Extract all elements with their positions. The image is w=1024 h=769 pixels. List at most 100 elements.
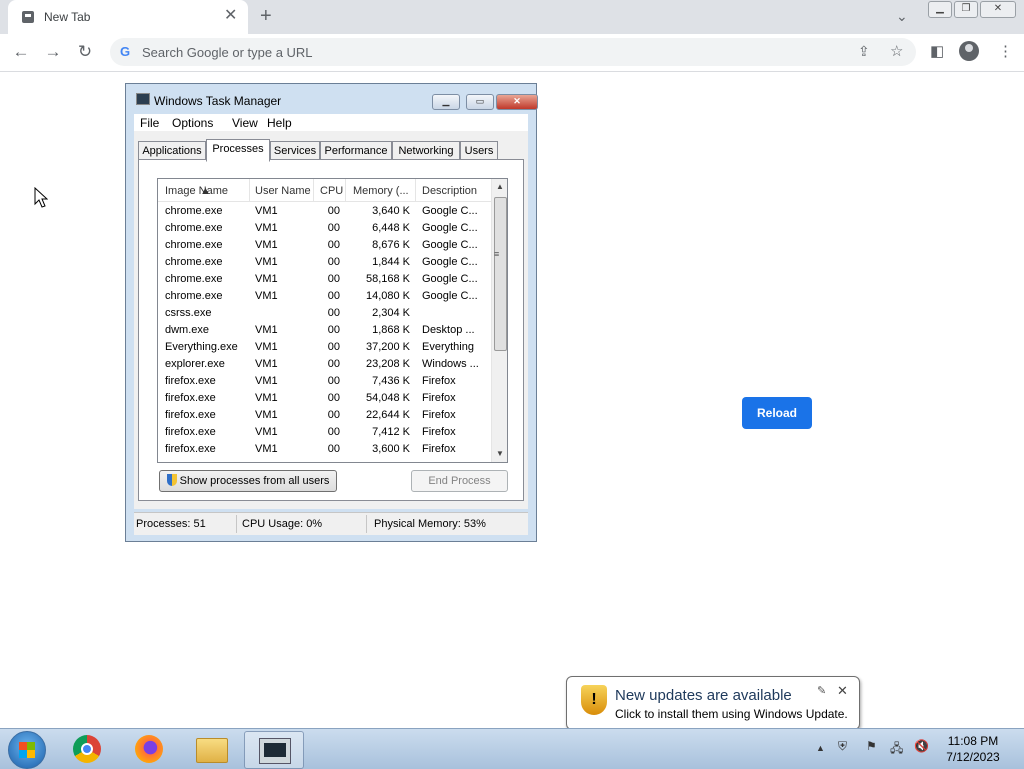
side-panel-icon[interactable]: ◧ bbox=[930, 42, 944, 60]
table-row[interactable]: chrome.exe VM1 00 14,080 K Google C... bbox=[158, 288, 491, 305]
process-list-scrollbar[interactable]: ▲ ≡ ▼ bbox=[491, 179, 507, 462]
process-cpu: 00 bbox=[327, 443, 340, 455]
clock[interactable]: 11:08 PM 7/12/2023 bbox=[940, 733, 1006, 765]
tab-processes[interactable]: Processes bbox=[206, 139, 270, 162]
process-user: VM1 bbox=[255, 409, 278, 421]
uac-shield-icon bbox=[166, 474, 177, 486]
process-user: VM1 bbox=[255, 375, 278, 387]
col-cpu[interactable]: CPU bbox=[320, 185, 343, 197]
reload-button[interactable]: Reload bbox=[742, 397, 812, 429]
windows-update-notification[interactable]: ! New updates are available Click to ins… bbox=[566, 676, 860, 738]
col-memory[interactable]: Memory (... bbox=[353, 185, 409, 197]
tab-search-chevron-icon[interactable]: ⌄ bbox=[896, 8, 908, 25]
table-row[interactable]: firefox.exe VM1 00 3,600 K Firefox bbox=[158, 441, 491, 458]
close-window-button[interactable]: ✕ bbox=[980, 1, 1016, 18]
col-user-name[interactable]: User Name bbox=[255, 185, 311, 197]
taskbar-chrome[interactable] bbox=[58, 731, 116, 767]
new-tab-plus-icon[interactable]: + bbox=[260, 6, 272, 26]
process-list[interactable]: ▲ Image Name User Name CPU Memory (... D… bbox=[157, 178, 508, 463]
process-user: VM1 bbox=[255, 239, 278, 251]
network-icon[interactable]: 🖧 bbox=[890, 739, 903, 760]
process-memory: 37,200 K bbox=[365, 341, 410, 353]
table-row[interactable]: firefox.exe VM1 00 22,644 K Firefox bbox=[158, 407, 491, 424]
bookmark-star-icon[interactable]: ☆ bbox=[890, 42, 903, 60]
end-process-button[interactable]: End Process bbox=[411, 470, 508, 492]
process-memory: 14,080 K bbox=[365, 290, 410, 302]
restore-window-button[interactable]: ❐ bbox=[954, 1, 978, 18]
table-row[interactable]: dwm.exe VM1 00 1,868 K Desktop ... bbox=[158, 322, 491, 339]
close-tab-icon[interactable]: ✕ bbox=[224, 7, 237, 25]
forward-arrow-icon[interactable]: → bbox=[42, 41, 64, 63]
process-name: firefox.exe bbox=[165, 392, 216, 404]
omnibox[interactable]: G Search Google or type a URL ⇪ ☆ bbox=[110, 38, 916, 66]
menu-help[interactable]: Help bbox=[267, 116, 292, 130]
task-manager-title: Windows Task Manager bbox=[154, 94, 282, 108]
tab-services[interactable]: Services bbox=[270, 141, 320, 161]
menu-view[interactable]: View bbox=[232, 116, 258, 130]
firefox-icon bbox=[135, 735, 163, 763]
tab-networking[interactable]: Networking bbox=[392, 141, 460, 161]
col-image-name[interactable]: Image Name bbox=[165, 185, 228, 197]
table-row[interactable]: explorer.exe VM1 00 23,208 K Windows ... bbox=[158, 356, 491, 373]
back-arrow-icon[interactable]: ← bbox=[10, 41, 32, 63]
clock-date: 7/12/2023 bbox=[946, 750, 1000, 764]
minimize-window-button[interactable]: ▁ bbox=[928, 1, 952, 18]
tab-users[interactable]: Users bbox=[460, 141, 498, 161]
process-name: chrome.exe bbox=[165, 222, 223, 234]
task-manager-titlebar[interactable]: Windows Task Manager ▁ ▭ ✕ bbox=[130, 87, 538, 110]
reload-page-icon[interactable]: ↻ bbox=[74, 41, 96, 63]
tm-maximize-button[interactable]: ▭ bbox=[466, 94, 494, 110]
show-hidden-icons-icon[interactable]: ▲ bbox=[816, 743, 825, 753]
process-user: VM1 bbox=[255, 222, 278, 234]
scroll-up-icon[interactable]: ▲ bbox=[496, 182, 504, 191]
taskbar-firefox[interactable] bbox=[120, 731, 178, 767]
share-icon[interactable]: ⇪ bbox=[858, 43, 870, 60]
table-row[interactable]: chrome.exe VM1 00 8,676 K Google C... bbox=[158, 237, 491, 254]
table-row[interactable]: chrome.exe VM1 00 58,168 K Google C... bbox=[158, 271, 491, 288]
menu-kebab-icon[interactable]: ⋮ bbox=[998, 42, 1013, 60]
tab-new-tab[interactable]: New Tab ✕ bbox=[8, 0, 248, 34]
table-row[interactable]: chrome.exe VM1 00 3,640 K Google C... bbox=[158, 203, 491, 220]
tm-status-bar: Processes: 51 CPU Usage: 0% Physical Mem… bbox=[134, 512, 528, 535]
scroll-thumb[interactable] bbox=[494, 197, 507, 351]
table-row[interactable]: firefox.exe VM1 00 7,436 K Firefox bbox=[158, 373, 491, 390]
tab-applications[interactable]: Applications bbox=[138, 141, 206, 161]
notification-heading: New updates are available bbox=[615, 687, 792, 704]
table-row[interactable]: chrome.exe VM1 00 6,448 K Google C... bbox=[158, 220, 491, 237]
menu-options[interactable]: Options bbox=[172, 116, 213, 130]
taskbar-task-manager[interactable] bbox=[244, 731, 304, 769]
show-all-users-button[interactable]: Show processes from all users bbox=[159, 470, 337, 492]
col-description[interactable]: Description bbox=[422, 185, 477, 197]
table-row[interactable]: Everything.exe VM1 00 37,200 K Everything bbox=[158, 339, 491, 356]
volume-muted-icon[interactable]: 🔇 bbox=[914, 739, 929, 753]
tab-performance[interactable]: Performance bbox=[320, 141, 392, 161]
process-user: VM1 bbox=[255, 256, 278, 268]
action-center-icon[interactable]: ⚑ bbox=[866, 739, 877, 753]
process-cpu: 00 bbox=[327, 307, 340, 319]
process-cpu: 00 bbox=[327, 256, 340, 268]
notification-close-icon[interactable]: ✕ bbox=[837, 683, 848, 699]
table-row[interactable]: firefox.exe VM1 00 7,412 K Firefox bbox=[158, 424, 491, 441]
table-row[interactable]: csrss.exe 00 2,304 K bbox=[158, 305, 491, 322]
omnibox-placeholder[interactable]: Search Google or type a URL bbox=[142, 45, 313, 60]
table-row[interactable]: firefox.exe VM1 00 54,048 K Firefox bbox=[158, 390, 491, 407]
browser-tab-strip: New Tab ✕ + ⌄ ▁ ❐ ✕ bbox=[0, 0, 1024, 34]
process-cpu: 00 bbox=[327, 222, 340, 234]
status-cpu: CPU Usage: 0% bbox=[242, 518, 323, 530]
notification-options-icon[interactable]: ✎ bbox=[817, 684, 826, 697]
tm-minimize-button[interactable]: ▁ bbox=[432, 94, 460, 110]
windows-update-tray-icon[interactable]: ⛨ bbox=[838, 739, 847, 754]
process-cpu: 00 bbox=[327, 358, 340, 370]
menu-file[interactable]: File bbox=[140, 116, 159, 130]
process-description: Firefox bbox=[422, 375, 456, 387]
scroll-down-icon[interactable]: ▼ bbox=[496, 449, 504, 458]
chrome-icon bbox=[73, 735, 101, 763]
task-manager-taskbar-icon bbox=[259, 738, 291, 764]
process-cpu: 00 bbox=[327, 239, 340, 251]
taskbar-file-explorer[interactable] bbox=[182, 731, 240, 767]
tm-close-button[interactable]: ✕ bbox=[496, 94, 538, 110]
notification-body[interactable]: Click to install them using Windows Upda… bbox=[615, 707, 848, 721]
profile-avatar[interactable] bbox=[959, 41, 979, 61]
table-row[interactable]: chrome.exe VM1 00 1,844 K Google C... bbox=[158, 254, 491, 271]
start-button[interactable] bbox=[8, 731, 46, 769]
